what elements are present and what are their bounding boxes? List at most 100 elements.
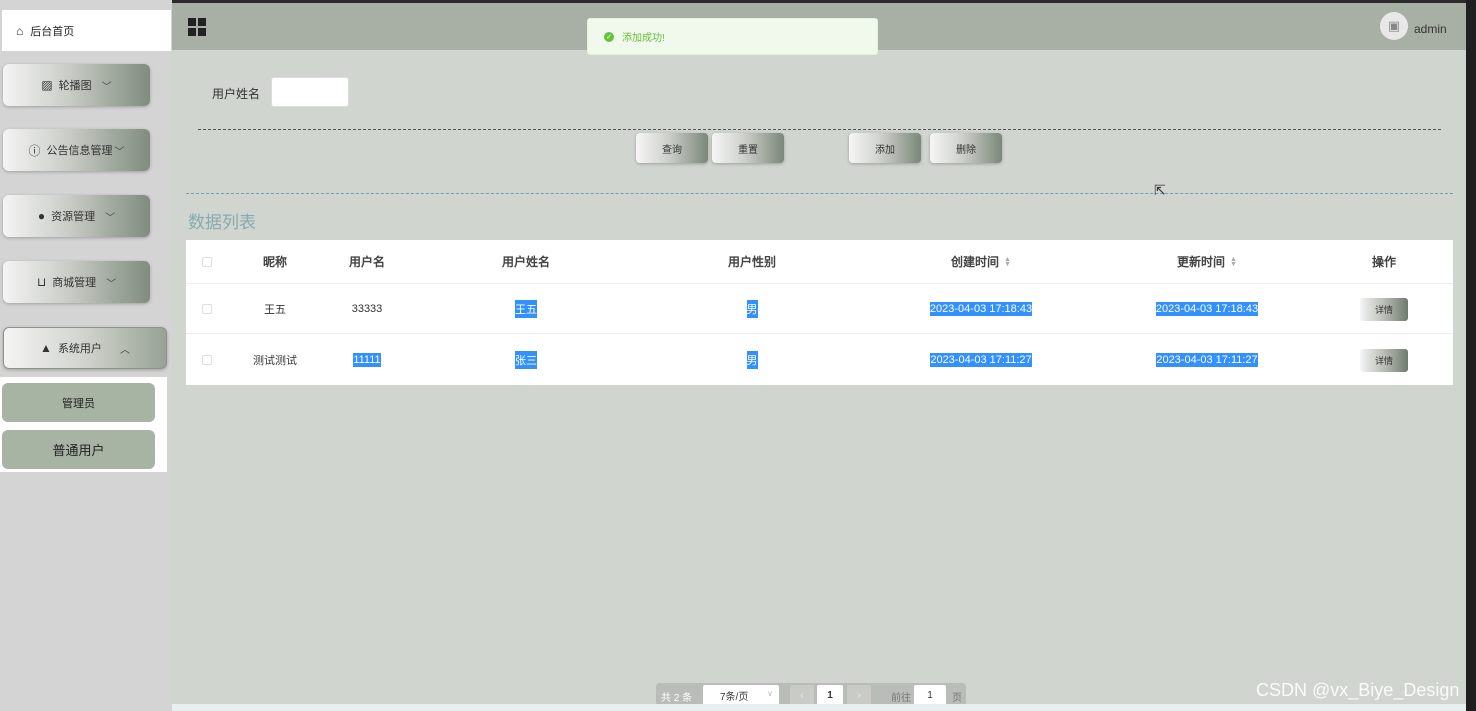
menu-toggle-icon[interactable] [188,18,206,36]
search-label: 用户姓名 [212,87,261,101]
watermark: CSDN @vx_Biye_Design [1256,680,1460,700]
chevron-down-icon: ﹀ [114,146,125,158]
page-size-value: 7条/页 [720,691,749,703]
add-button[interactable]: 添加 [849,133,921,163]
toast-message: 添加成功! [622,33,665,44]
submenu-item-label: 管理员 [62,397,95,410]
column-header-label: 创建时间 [951,255,1000,269]
chevron-right-icon: › [857,689,861,701]
sidebar: ⌂ 后台首页 ▨ 轮播图 ﹀ ⓘ 公告信息管理 ﹀ ● 资源管理 ﹀ ⊔ 商城管… [0,0,172,711]
search-input[interactable] [271,77,349,107]
submenu-item-label: 普通用户 [52,443,105,458]
location-icon: ● [37,209,46,223]
submenu-item-admin[interactable]: 管理员 [2,383,155,422]
main-content: 用户姓名 查询 重置 添加 删除 数据列表 昵称 用户名 用户姓名 用户性别 创… [172,50,1466,707]
column-header: 操作 [1371,255,1396,269]
table-row: 王五 33333 王五 男 2023-04-03 17:18:43 2023-0… [186,285,1453,334]
chevron-down-icon: ∨ [767,689,773,698]
query-button[interactable]: 查询 [636,133,708,163]
avatar[interactable]: ▣ [1380,12,1408,40]
goto-unit: 页 [952,693,962,704]
sidebar-item-label: 轮播图 [58,80,92,92]
sidebar-menu-system-users[interactable]: ▲ 系统用户 ︿ [3,327,167,369]
column-header: 用户姓名 [501,255,550,269]
cell-realname: 王五 [515,300,537,318]
sidebar-item-label: 商城管理 [52,277,97,289]
cell-nickname: 测试测试 [253,355,297,367]
sort-icon[interactable]: ▲ ▼ [1230,256,1237,268]
sidebar-item-home[interactable]: ⌂ 后台首页 [2,10,171,51]
cell-realname: 张三 [515,351,537,369]
cell-realname-wrap: 张三 [426,335,626,385]
pagination-total: 共 2 条 [661,693,693,704]
sidebar-item-label: 公告信息管理 [46,145,113,157]
reset-button[interactable]: 重置 [712,133,784,163]
next-page-button[interactable]: › [847,685,871,705]
success-toast: ✓ 添加成功! [587,18,878,55]
column-header: 昵称 [262,255,287,269]
image-icon: ▣ [1387,18,1401,33]
row-checkbox[interactable] [202,304,212,314]
cell-created-wrap: 2023-04-03 17:18:43 [876,285,1086,333]
divider [198,129,1441,130]
cell-created: 2023-04-03 17:18:43 [929,302,1033,316]
cell-gender: 男 [746,351,758,369]
cell-realname-wrap: 王五 [426,285,626,333]
chevron-down-icon: ﹀ [106,278,117,290]
user-icon: ▲ [40,341,52,355]
cell-actions: 详情 [1344,335,1424,385]
sidebar-item-label: 系统用户 [57,343,102,355]
header-checkbox-cell [191,240,223,283]
table-row: 测试测试 11111 张三 男 2023-04-03 17:11:27 2023… [186,335,1453,385]
cell-created: 2023-04-03 17:11:27 [930,353,1032,367]
current-page[interactable]: 1 [817,685,843,705]
sidebar-item-label: 后台首页 [30,25,75,38]
column-header: 用户名 [348,255,385,269]
sidebar-item-label: 资源管理 [51,211,96,223]
cell-username: 33333 [351,303,383,315]
cell-updated: 2023-04-03 17:18:43 [1155,302,1259,316]
column-header: 用户性别 [727,255,776,269]
username[interactable]: admin [1414,22,1447,36]
sidebar-menu-carousel[interactable]: ▨ 轮播图 ﹀ [3,64,150,106]
chevron-up-icon: ︿ [119,344,130,356]
page-size-select[interactable]: 7条/页 ∨ [703,685,779,705]
column-header-sortable[interactable]: 创建时间 ▲ ▼ [876,240,1086,283]
cell-nickname: 王五 [264,304,286,316]
prev-page-button[interactable]: ‹ [790,685,814,705]
goto-page-input[interactable]: 1 [914,685,946,705]
submenu: 管理员 普通用户 [0,377,167,472]
chevron-down-icon: ﹀ [105,212,116,224]
cell-gender-wrap: 男 [652,285,852,333]
data-table: 昵称 用户名 用户姓名 用户性别 创建时间 ▲ ▼ 更新时间 ▲ ▼ 操作 王五 3… [186,240,1453,385]
column-header-sortable[interactable]: 更新时间 ▲ ▼ [1102,240,1312,283]
cell-created-wrap: 2023-04-03 17:11:27 [876,335,1086,385]
detail-button[interactable]: 详情 [1360,348,1408,372]
sidebar-menu-mall[interactable]: ⊔ 商城管理 ﹀ [3,261,150,303]
submenu-item-normal-user[interactable]: 普通用户 [2,430,155,469]
window-edge [1466,0,1476,711]
image-icon: ▨ [41,78,53,92]
check-circle-icon: ✓ [604,31,614,42]
delete-button[interactable]: 删除 [930,133,1002,163]
chevron-down-icon: ﹀ [101,81,112,93]
sidebar-menu-resources[interactable]: ● 资源管理 ﹀ [3,195,150,237]
sidebar-menu-notice[interactable]: ⓘ 公告信息管理 ﹀ [3,129,150,171]
cell-updated-wrap: 2023-04-03 17:11:27 [1102,335,1312,385]
row-checkbox-cell [191,285,223,333]
goto-label: 前往 [891,693,911,704]
column-header-label: 更新时间 [1177,255,1226,269]
divider [186,193,1453,194]
cart-icon: ⊔ [36,275,47,289]
main-bottom-strip [172,704,1466,711]
cell-username-wrap: 11111 [322,335,412,385]
sort-icon[interactable]: ▲ ▼ [1004,256,1011,268]
detail-button[interactable]: 详情 [1360,297,1408,321]
row-checkbox[interactable] [202,355,212,365]
table-header: 昵称 用户名 用户姓名 用户性别 创建时间 ▲ ▼ 更新时间 ▲ ▼ 操作 [186,240,1453,284]
cell-actions: 详情 [1344,285,1424,333]
info-icon: ⓘ [28,143,41,158]
cell-username: 11111 [353,353,381,367]
select-all-checkbox[interactable] [202,256,212,267]
cell-updated-wrap: 2023-04-03 17:18:43 [1102,285,1312,333]
